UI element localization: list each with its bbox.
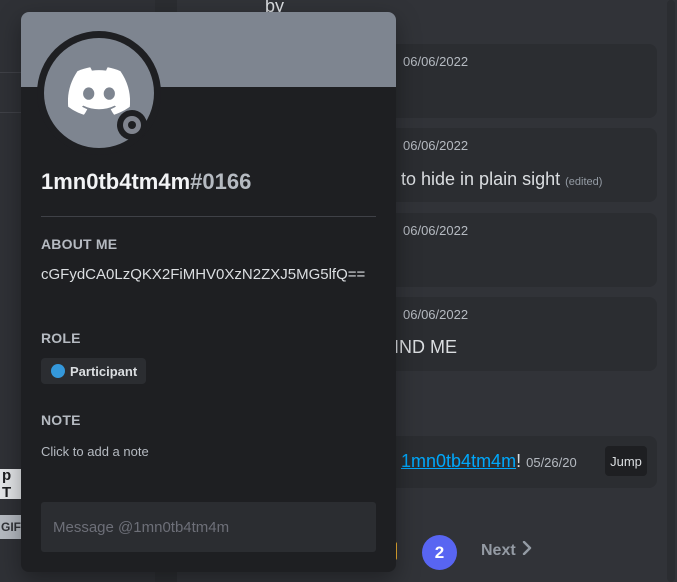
status-indicator — [117, 110, 147, 140]
next-label: Next — [481, 541, 516, 559]
message-input[interactable] — [41, 502, 376, 552]
result-message: , 1mn0tb4tm4m! 05/26/20 — [391, 451, 577, 472]
current-page-button[interactable]: 2 — [422, 535, 457, 570]
role-color-icon — [51, 364, 65, 378]
username-text: 1mn0tb4tm4m — [41, 169, 191, 194]
role-name: Participant — [70, 363, 138, 379]
offline-status-icon — [123, 116, 141, 134]
gif-button[interactable]: GIF — [0, 515, 23, 539]
result-date: 06/06/2022 — [403, 223, 469, 238]
result-date: 06/06/2022 — [403, 307, 469, 322]
result-message-text: ! — [516, 451, 522, 471]
note-field[interactable]: Click to add a note — [41, 444, 149, 459]
user-mention-link[interactable]: 1mn0tb4tm4m — [401, 451, 516, 471]
result-date: 06/06/2022 — [403, 54, 469, 69]
discriminator: #0166 — [190, 169, 252, 194]
next-page-button[interactable]: Next — [481, 540, 532, 560]
result-message-text: w to hide in plain sight — [383, 169, 561, 189]
role-heading: ROLE — [41, 330, 81, 346]
note-heading: NOTE — [41, 412, 81, 428]
discord-logo-icon — [67, 67, 131, 119]
role-pill[interactable]: Participant — [41, 358, 147, 384]
edited-label: (edited) — [565, 176, 603, 188]
about-me-heading: ABOUT ME — [41, 236, 118, 252]
about-me-text: cGFydCA0LzQKX2FiMHV0XzN2ZXJ5MG5lfQ== — [41, 266, 366, 283]
profile-username[interactable]: 1mn0tb4tm4m#0166 — [41, 169, 251, 195]
result-date: 05/26/20 — [526, 455, 577, 470]
profile-divider — [41, 216, 376, 217]
chevron-right-icon — [522, 540, 532, 560]
results-scrollbar[interactable] — [667, 0, 675, 582]
result-date: 06/06/2022 — [403, 138, 469, 153]
result-message: w to hide in plain sight (edited) — [383, 169, 602, 190]
jump-button[interactable]: Jump — [605, 446, 647, 476]
user-profile-popout: 1mn0tb4tm4m#0166 ABOUT ME cGFydCA0LzQKX2… — [21, 12, 396, 572]
